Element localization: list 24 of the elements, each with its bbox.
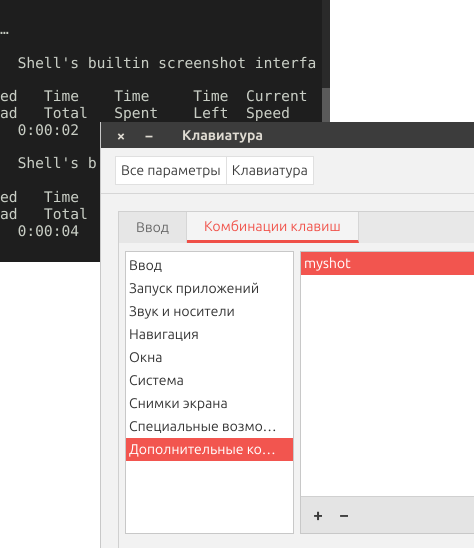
category-item[interactable]: Специальные возмо…	[126, 415, 293, 438]
terminal-line: ed Time Time Time Current	[0, 89, 308, 106]
breadcrumb-button[interactable]: Все параметры	[116, 157, 226, 184]
terminal-line: 0:00:04	[16, 224, 80, 240]
terminal-line: Shell's builtin screenshot interfa	[16, 56, 316, 72]
category-item[interactable]: Звук и носители	[126, 300, 293, 323]
window-title: Клавиатура	[182, 126, 263, 145]
category-item[interactable]: Запуск приложений	[126, 277, 293, 300]
add-button[interactable]: +	[311, 506, 325, 524]
terminal-line: Shell's b	[16, 156, 97, 174]
remove-button[interactable]: −	[337, 506, 351, 524]
category-item[interactable]: Система	[126, 369, 293, 392]
terminal-line: ad Total Spent Left Speed	[0, 106, 290, 123]
breadcrumb-button[interactable]: Клавиатура	[226, 157, 313, 184]
close-button[interactable]: ×	[114, 128, 128, 142]
terminal-line: …	[0, 22, 9, 39]
terminal-line: ed Time	[0, 190, 80, 207]
terminal-line: 0:00:02	[16, 122, 80, 140]
terminal-line: ad Total	[0, 206, 88, 224]
category-item[interactable]: Навигация	[126, 323, 293, 346]
category-item[interactable]: Окна	[126, 346, 293, 369]
category-item[interactable]: Снимки экрана	[126, 392, 293, 415]
category-item[interactable]: Ввод	[126, 254, 293, 277]
minimize-button[interactable]: −	[142, 128, 156, 142]
